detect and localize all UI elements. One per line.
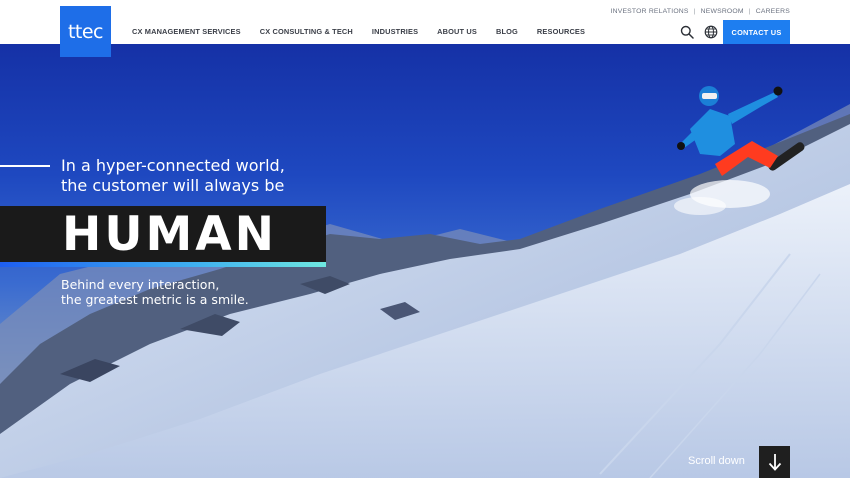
- headline-line-2: the customer will always be: [61, 176, 285, 195]
- utility-link-newsroom[interactable]: NEWSROOM: [701, 8, 744, 15]
- headline-accent-line: [0, 165, 50, 167]
- utility-link-investor-relations[interactable]: INVESTOR RELATIONS: [611, 8, 689, 15]
- hero-subheadline: Behind every interaction, the greatest m…: [61, 277, 249, 307]
- subline-1: Behind every interaction,: [61, 277, 220, 292]
- nav-item-resources[interactable]: RESOURCES: [537, 27, 585, 36]
- headline-line-1: In a hyper-connected world,: [61, 156, 285, 175]
- utility-nav: INVESTOR RELATIONS | NEWSROOM | CAREERS: [611, 8, 790, 15]
- utility-link-careers[interactable]: CAREERS: [756, 8, 790, 15]
- main-nav: CX MANAGEMENT SERVICES CX CONSULTING & T…: [132, 27, 604, 36]
- logo-text: ttec: [67, 20, 104, 43]
- emphasis-text: HUMAN: [62, 207, 277, 262]
- site-header: INVESTOR RELATIONS | NEWSROOM | CAREERS …: [0, 0, 850, 44]
- contact-us-button[interactable]: CONTACT US: [723, 20, 790, 44]
- hero-headline: In a hyper-connected world, the customer…: [61, 156, 285, 196]
- ttec-logo[interactable]: ttec: [60, 6, 111, 57]
- hero-banner: In a hyper-connected world, the customer…: [0, 44, 850, 478]
- divider: |: [748, 8, 751, 15]
- emphasis-gradient-bar: [0, 262, 326, 267]
- nav-item-cx-consulting[interactable]: CX CONSULTING & TECH: [260, 27, 353, 36]
- globe-icon[interactable]: [704, 25, 718, 39]
- scroll-down-label[interactable]: Scroll down: [688, 455, 745, 467]
- nav-item-blog[interactable]: BLOG: [496, 27, 518, 36]
- subline-2: the greatest metric is a smile.: [61, 292, 249, 307]
- divider: |: [693, 8, 696, 15]
- nav-item-cx-management[interactable]: CX MANAGEMENT SERVICES: [132, 27, 241, 36]
- nav-item-about-us[interactable]: ABOUT US: [437, 27, 477, 36]
- arrow-down-icon: [768, 454, 781, 471]
- nav-item-industries[interactable]: INDUSTRIES: [372, 27, 418, 36]
- scroll-down-button[interactable]: [759, 446, 790, 478]
- search-icon[interactable]: [680, 25, 694, 39]
